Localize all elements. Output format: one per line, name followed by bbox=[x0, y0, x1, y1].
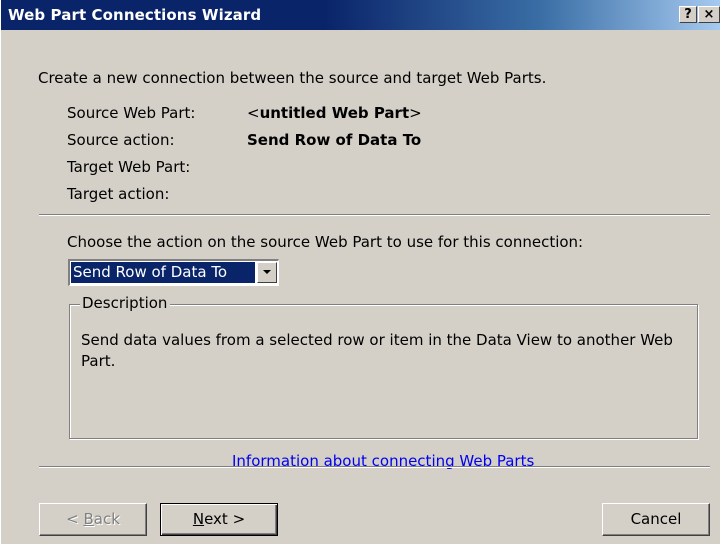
source-web-part-label: Source Web Part: bbox=[67, 104, 196, 122]
wizard-dialog: Web Part Connections Wizard ? × Create a… bbox=[0, 0, 720, 544]
back-button[interactable]: < Back bbox=[39, 503, 147, 536]
source-web-part-value: <untitled Web Part> bbox=[247, 104, 422, 122]
separator-top bbox=[39, 214, 710, 216]
description-text: Send data values from a selected row or … bbox=[81, 331, 673, 370]
separator-bottom bbox=[39, 466, 710, 468]
dropdown-button[interactable] bbox=[257, 262, 277, 283]
back-button-suffix: ack bbox=[93, 510, 120, 528]
help-button[interactable]: ? bbox=[679, 6, 697, 23]
action-select[interactable]: Send Row of Data To bbox=[68, 259, 279, 286]
description-legend: Description bbox=[80, 294, 171, 312]
back-button-accel: B bbox=[83, 510, 94, 528]
chevron-down-icon bbox=[263, 270, 271, 274]
next-button-suffix: ext > bbox=[204, 510, 246, 528]
window-title: Web Part Connections Wizard bbox=[8, 6, 262, 24]
intro-text: Create a new connection between the sour… bbox=[38, 69, 547, 87]
source-action-value: Send Row of Data To bbox=[247, 131, 422, 149]
next-button-accel: N bbox=[192, 510, 205, 528]
title-bar[interactable]: Web Part Connections Wizard ? × bbox=[1, 0, 720, 30]
next-button[interactable]: Next > bbox=[160, 503, 278, 536]
action-select-value[interactable]: Send Row of Data To bbox=[71, 262, 255, 283]
target-action-label: Target action: bbox=[67, 185, 170, 203]
choose-action-label: Choose the action on the source Web Part… bbox=[67, 233, 584, 251]
source-action-label: Source action: bbox=[67, 131, 175, 149]
close-button[interactable]: × bbox=[698, 6, 720, 23]
cancel-button[interactable]: Cancel bbox=[602, 503, 710, 536]
target-web-part-label: Target Web Part: bbox=[67, 158, 191, 176]
source-web-part-name: untitled Web Part bbox=[259, 104, 410, 122]
back-button-prefix: < bbox=[66, 510, 84, 528]
